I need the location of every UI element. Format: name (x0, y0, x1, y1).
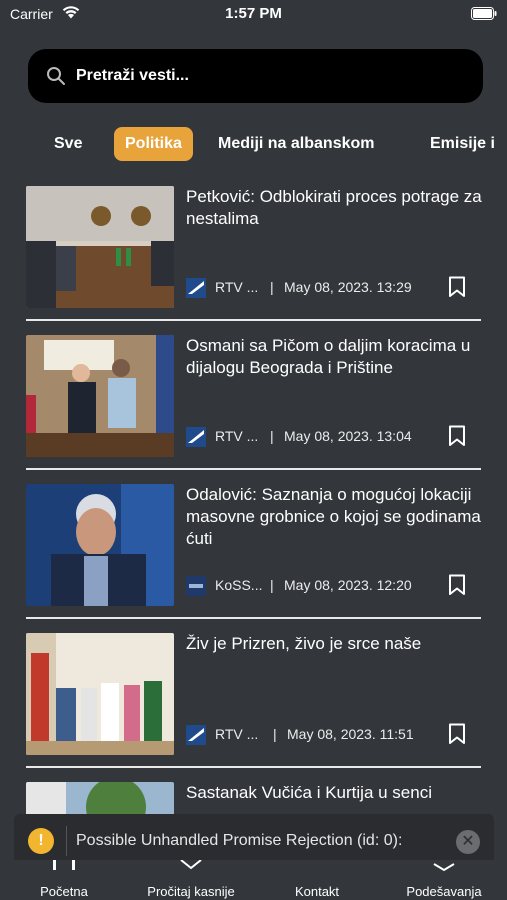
news-meta: RTV ... | May 08, 2023. 13:29 (186, 276, 486, 300)
battery-icon (471, 7, 497, 20)
news-date: May 08, 2023. 12:20 (284, 577, 412, 593)
meta-separator: | (273, 726, 277, 742)
news-date: May 08, 2023. 13:04 (284, 428, 412, 444)
divider (26, 766, 481, 768)
divider (26, 468, 481, 470)
warning-icon: ! (28, 828, 54, 854)
news-meta: KoSS... | May 08, 2023. 12:20 (186, 574, 486, 598)
news-date: May 08, 2023. 13:29 (284, 279, 412, 295)
news-item[interactable]: Osmani sa Pičom o daljim koracima u dija… (0, 327, 507, 476)
bookmark-icon[interactable] (448, 574, 466, 596)
bookmark-icon[interactable] (448, 723, 466, 745)
settings-icon (433, 863, 455, 872)
search-bar[interactable] (28, 49, 483, 103)
status-time: 1:57 PM (225, 5, 282, 22)
news-thumbnail (26, 335, 174, 457)
rtv-logo-icon (186, 278, 206, 298)
nav-podesavanja[interactable]: Podešavanja (398, 860, 490, 900)
news-item[interactable]: Živ je Prizren, živo je srce naše RTV ..… (0, 625, 507, 774)
nav-label: Početna (40, 884, 88, 899)
nav-label: Podešavanja (406, 884, 482, 899)
tab-sve[interactable]: Sve (43, 127, 93, 161)
nav-procitaj-kasnije[interactable]: Pročitaj kasnije (136, 860, 246, 900)
news-title[interactable]: Osmani sa Pičom o daljim koracima u dija… (186, 335, 486, 379)
news-meta: RTV ... | May 08, 2023. 11:51 (186, 723, 486, 747)
toast-divider (66, 826, 67, 856)
divider (26, 319, 481, 321)
rtv-logo-icon (186, 725, 206, 745)
news-title[interactable]: Petković: Odblokirati proces potrage za … (186, 186, 486, 230)
koss-logo-icon (186, 576, 206, 596)
news-title[interactable]: Sastanak Vučića i Kurtija u senci (186, 782, 486, 804)
home-icon (53, 860, 75, 870)
status-bar: Carrier 1:57 PM (0, 0, 507, 30)
bookmark-icon[interactable] (448, 276, 466, 298)
source-name: KoSS... (215, 577, 263, 593)
meta-separator: | (270, 577, 274, 593)
nav-label: Kontakt (294, 884, 340, 899)
news-item[interactable]: Petković: Odblokirati proces potrage za … (0, 178, 507, 327)
news-item[interactable]: Odalović: Saznanja o mogućoj lokaciji ma… (0, 476, 507, 625)
news-date: May 08, 2023. 11:51 (287, 726, 414, 742)
source-name: RTV ... (215, 726, 259, 742)
news-title[interactable]: Odalović: Saznanja o mogućoj lokaciji ma… (186, 484, 486, 550)
news-thumbnail (26, 633, 174, 755)
news-thumbnail (26, 484, 174, 606)
news-thumbnail (26, 186, 174, 308)
meta-separator: | (270, 279, 274, 295)
tab-politika[interactable]: Politika (114, 127, 193, 161)
source-name: RTV ... (215, 428, 259, 444)
search-input[interactable] (76, 49, 466, 103)
bottom-nav: Početna Pročitaj kasnije Kontakt Podešav… (0, 860, 507, 900)
category-tabs: Sve Politika Mediji na albanskom Emisije… (0, 127, 507, 163)
bookmark-icon[interactable] (448, 425, 466, 447)
search-icon (47, 67, 65, 85)
source-name: RTV ... (215, 279, 259, 295)
meta-separator: | (270, 428, 274, 444)
divider (26, 617, 481, 619)
nav-kontakt[interactable]: Kontakt (277, 860, 357, 900)
nav-pocetna[interactable]: Početna (22, 860, 106, 900)
rtv-logo-icon (186, 427, 206, 447)
close-icon[interactable]: ✕ (456, 830, 480, 854)
toast-message: Possible Unhandled Promise Rejection (id… (76, 832, 403, 849)
tab-mediji-na-albanskom[interactable]: Mediji na albanskom (207, 127, 385, 161)
news-title[interactable]: Živ je Prizren, živo je srce naše (186, 633, 486, 655)
tab-emisije[interactable]: Emisije i (419, 127, 506, 161)
nav-label: Pročitaj kasnije (147, 884, 235, 899)
news-meta: RTV ... | May 08, 2023. 13:04 (186, 425, 486, 449)
bookmark-icon (180, 860, 202, 870)
